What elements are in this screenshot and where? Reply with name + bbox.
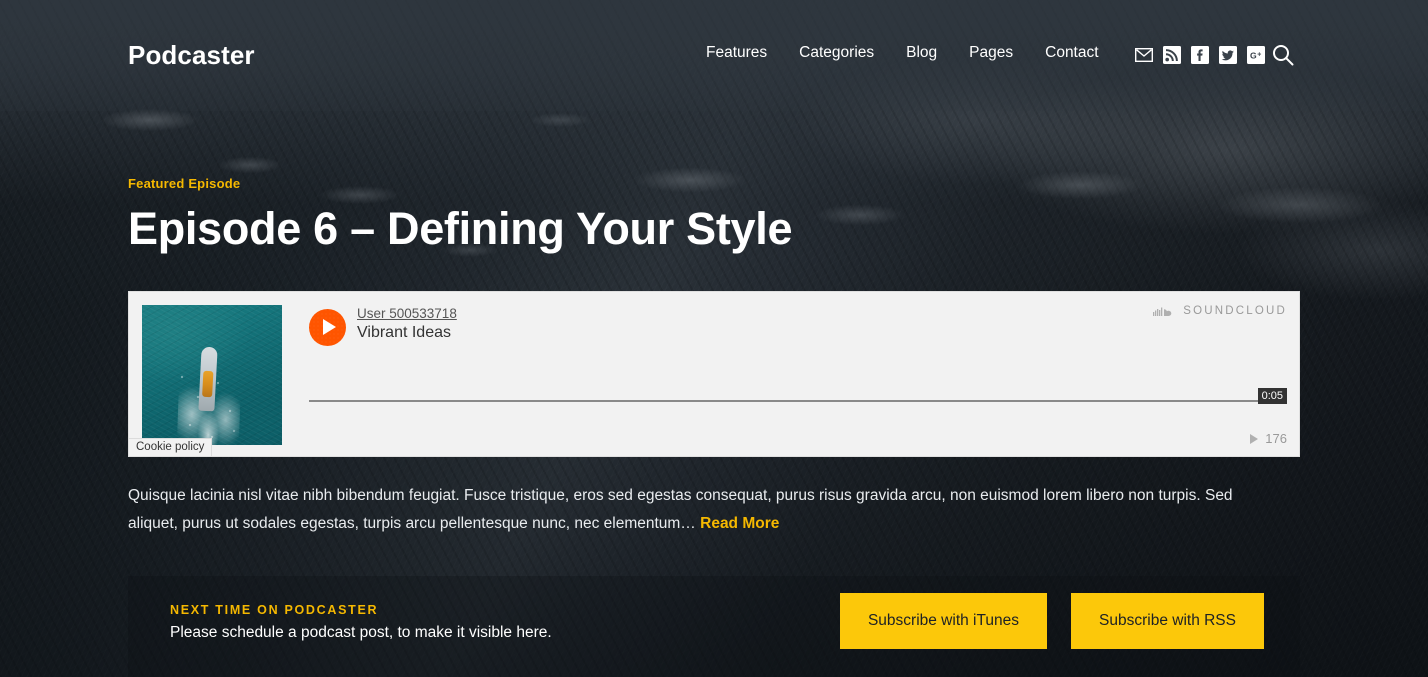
play-button-texture xyxy=(309,309,346,346)
waveform-baseline xyxy=(309,400,1287,402)
episode-description: Quisque lacinia nisl vitae nibh bibendum… xyxy=(128,482,1278,537)
next-time-text: Please schedule a podcast post, to make … xyxy=(170,624,552,641)
subscribe-itunes-button[interactable]: Subscribe with iTunes xyxy=(839,593,1048,649)
episode-description-text: Quisque lacinia nisl vitae nibh bibendum… xyxy=(128,487,1233,532)
soundcloud-cloud-icon xyxy=(1153,307,1172,316)
soundcloud-logo[interactable]: SOUNDCLOUD xyxy=(1153,305,1287,317)
podcast-homepage: Podcaster Features Categories Blog Pages… xyxy=(0,0,1428,677)
site-brand[interactable]: Podcaster xyxy=(128,40,255,71)
track-user-link[interactable]: User 500533718 xyxy=(357,306,457,321)
search-icon[interactable] xyxy=(1272,44,1294,66)
twitter-icon[interactable] xyxy=(1218,45,1238,65)
rss-icon[interactable] xyxy=(1162,45,1182,65)
soundcloud-wordmark: SOUNDCLOUD xyxy=(1183,305,1287,317)
hero-section: Featured Episode Episode 6 – Defining Yo… xyxy=(128,176,1300,254)
svg-text:+: + xyxy=(1257,52,1261,59)
nav-item-blog[interactable]: Blog xyxy=(890,44,953,62)
track-title: Vibrant Ideas xyxy=(357,324,451,341)
play-count: 176 xyxy=(1250,431,1287,446)
cookie-policy-link[interactable]: Cookie policy xyxy=(129,438,213,456)
waveform-bars[interactable] xyxy=(309,356,1287,428)
play-count-value: 176 xyxy=(1265,431,1287,446)
facebook-icon[interactable] xyxy=(1190,45,1210,65)
play-count-icon xyxy=(1250,433,1259,444)
nav-item-categories[interactable]: Categories xyxy=(783,44,890,62)
waveform[interactable]: 0:05 xyxy=(309,356,1287,428)
current-time-badge: 0:05 xyxy=(1257,388,1287,404)
next-time-label: NEXT TIME ON PODCASTER xyxy=(170,603,379,617)
read-more-link[interactable]: Read More xyxy=(700,515,779,532)
nav-item-contact[interactable]: Contact xyxy=(1029,44,1114,62)
main-navigation: Features Categories Blog Pages Contact xyxy=(690,44,1115,62)
social-links: G + xyxy=(1134,45,1266,65)
subscribe-buttons: Subscribe with iTunes Subscribe with RSS xyxy=(839,593,1264,649)
mail-icon[interactable] xyxy=(1134,45,1154,65)
nav-item-pages[interactable]: Pages xyxy=(953,44,1029,62)
svg-text:G: G xyxy=(1250,50,1257,60)
nav-item-features[interactable]: Features xyxy=(690,44,783,62)
soundcloud-player[interactable]: Cookie policy User 500533718 Vibrant Ide… xyxy=(128,291,1300,457)
next-episode-bar: NEXT TIME ON PODCASTER Please schedule a… xyxy=(128,576,1300,677)
artwork-foam xyxy=(172,363,246,445)
google-plus-icon[interactable]: G + xyxy=(1246,45,1266,65)
page-title: Episode 6 – Defining Your Style xyxy=(128,203,793,254)
featured-episode-label: Featured Episode xyxy=(128,176,241,191)
play-button[interactable] xyxy=(309,309,346,346)
subscribe-rss-button[interactable]: Subscribe with RSS xyxy=(1071,593,1264,649)
track-artwork[interactable] xyxy=(142,305,282,445)
site-header: Podcaster Features Categories Blog Pages… xyxy=(0,0,1428,111)
